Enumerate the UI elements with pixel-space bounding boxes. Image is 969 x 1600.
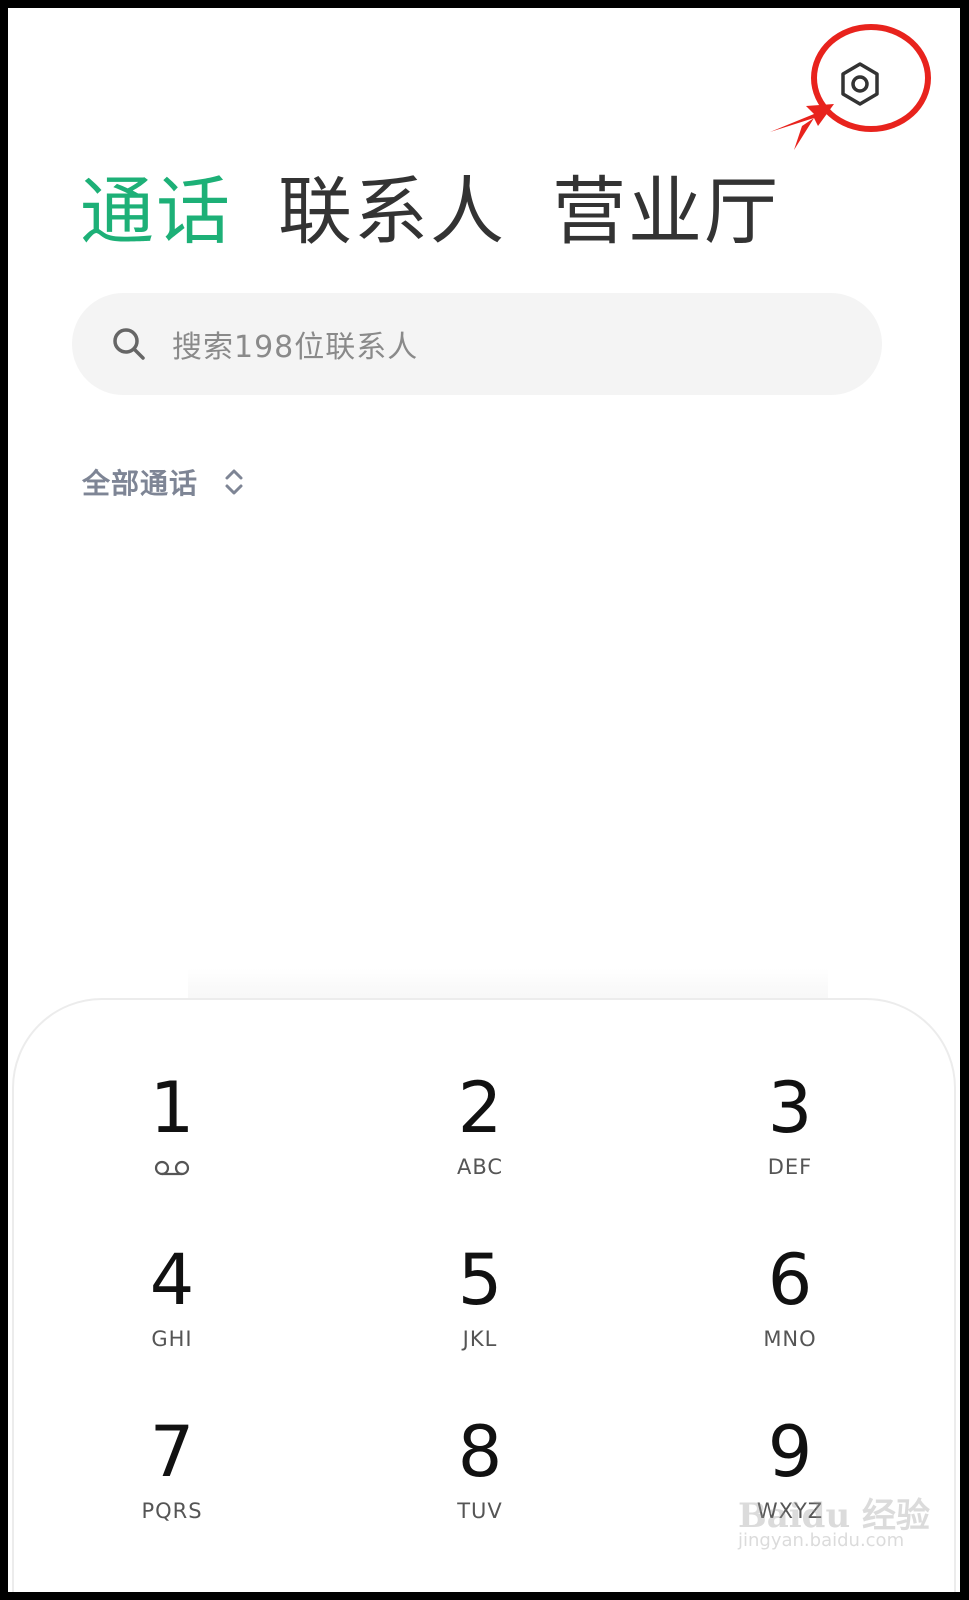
tab-calls[interactable]: 通话 <box>80 166 232 258</box>
key-letters: PQRS <box>141 1499 203 1523</box>
key-digit: 7 <box>149 1411 195 1493</box>
key-digit: 5 <box>457 1239 503 1321</box>
key-2[interactable]: 2 ABC <box>380 1066 580 1206</box>
tab-contacts[interactable]: 联系人 <box>278 166 506 258</box>
search-bar[interactable]: 搜索198位联系人 <box>72 293 882 395</box>
watermark-url: jingyan.baidu.com <box>738 1530 905 1551</box>
key-letters: MNO <box>763 1327 817 1351</box>
call-filter-dropdown[interactable]: 全部通话 <box>82 462 244 502</box>
key-1[interactable]: 1 <box>72 1066 272 1206</box>
key-digit: 4 <box>149 1239 195 1321</box>
key-letters: GHI <box>151 1327 193 1351</box>
annotation-arrow-icon <box>770 104 834 150</box>
watermark: Baidu 经验 jingyan.baidu.com <box>728 1466 948 1576</box>
key-digit: 2 <box>457 1067 503 1149</box>
key-5[interactable]: 5 JKL <box>380 1238 580 1378</box>
tab-service-hall[interactable]: 营业厅 <box>552 166 780 258</box>
search-placeholder: 搜索198位联系人 <box>172 330 419 365</box>
key-digit: 6 <box>767 1239 813 1321</box>
key-letters: DEF <box>767 1155 813 1179</box>
tab-bar: 通话 联系人 营业厅 <box>80 166 780 258</box>
voicemail-icon <box>154 1160 190 1176</box>
key-letters: TUV <box>457 1499 503 1523</box>
dialer-screen: 通话 联系人 营业厅 搜索198位联系人 全部通话 1 2 ABC 3 DEF … <box>8 8 960 1592</box>
key-digit: 3 <box>767 1067 813 1149</box>
key-8[interactable]: 8 TUV <box>380 1410 580 1550</box>
key-7[interactable]: 7 PQRS <box>72 1410 272 1550</box>
search-icon <box>113 328 145 360</box>
chevron-up-down-icon <box>225 469 243 495</box>
key-4[interactable]: 4 GHI <box>72 1238 272 1378</box>
key-3[interactable]: 3 DEF <box>690 1066 890 1206</box>
key-6[interactable]: 6 MNO <box>690 1238 890 1378</box>
key-letters: JKL <box>462 1327 498 1351</box>
key-letters: ABC <box>456 1155 504 1179</box>
call-filter-label: 全部通话 <box>82 467 199 500</box>
key-digit: 8 <box>457 1411 503 1493</box>
key-digit: 1 <box>149 1067 195 1149</box>
